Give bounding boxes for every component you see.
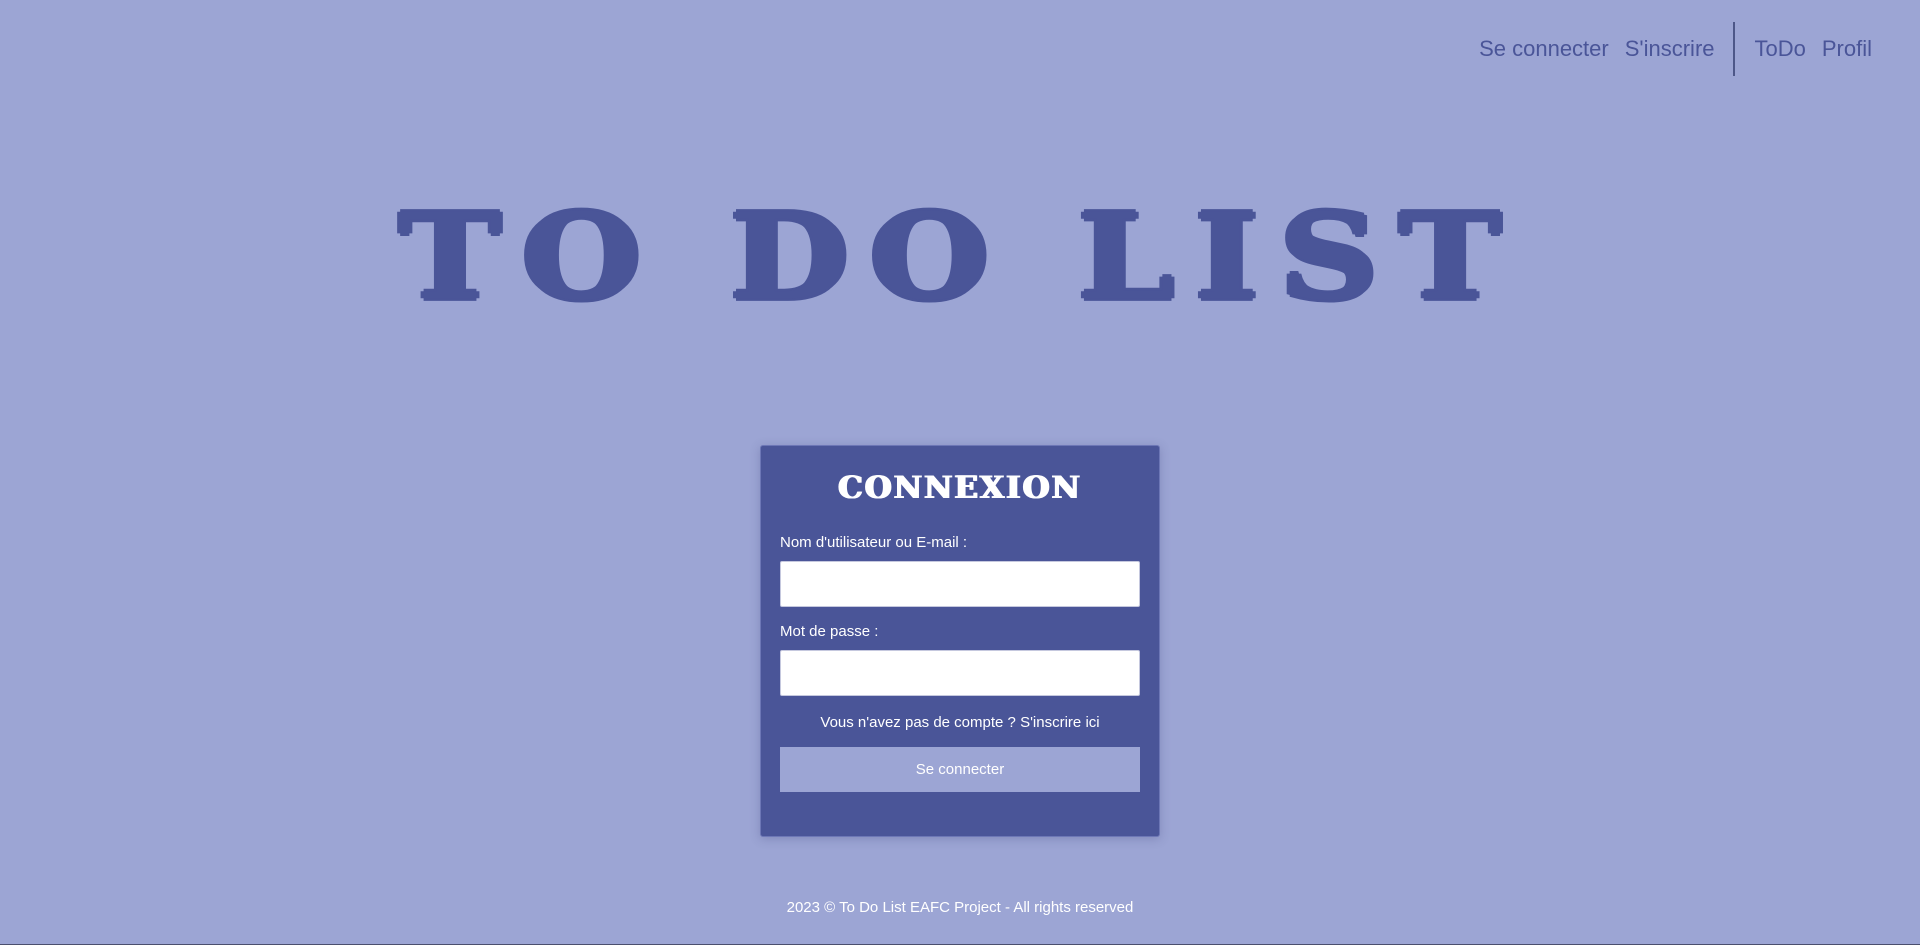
username-input[interactable]: [780, 561, 1140, 607]
top-navigation: Se connecter S'inscrire ToDo Profil: [1479, 22, 1872, 76]
login-submit-button[interactable]: Se connecter: [780, 747, 1140, 792]
password-label: Mot de passe :: [780, 623, 879, 640]
footer-copyright: 2023 © To Do List EAFC Project - All rig…: [786, 899, 1134, 916]
signup-prompt: Vous n'avez pas de compte ? S'inscrire i…: [780, 714, 1140, 732]
password-input[interactable]: [780, 650, 1140, 696]
login-title: Connexion: [838, 470, 1082, 506]
nav-todo-link[interactable]: ToDo: [1755, 38, 1806, 60]
login-card: Connexion Nom d'utilisateur ou E-mail : …: [760, 445, 1160, 837]
username-label: Nom d'utilisateur ou E-mail :: [780, 534, 968, 551]
hero-banner: To Do List: [0, 172, 1920, 342]
nav-login-link[interactable]: Se connecter: [1479, 38, 1609, 60]
signup-link[interactable]: S'inscrire ici: [1020, 714, 1100, 731]
page-title: To Do List: [398, 186, 1522, 327]
nav-profile-link[interactable]: Profil: [1822, 38, 1872, 60]
footer: 2023 © To Do List EAFC Project - All rig…: [0, 899, 1920, 917]
no-account-text: Vous n'avez pas de compte ?: [820, 714, 1016, 731]
nav-register-link[interactable]: S'inscrire: [1625, 38, 1715, 60]
nav-divider: [1732, 22, 1735, 76]
